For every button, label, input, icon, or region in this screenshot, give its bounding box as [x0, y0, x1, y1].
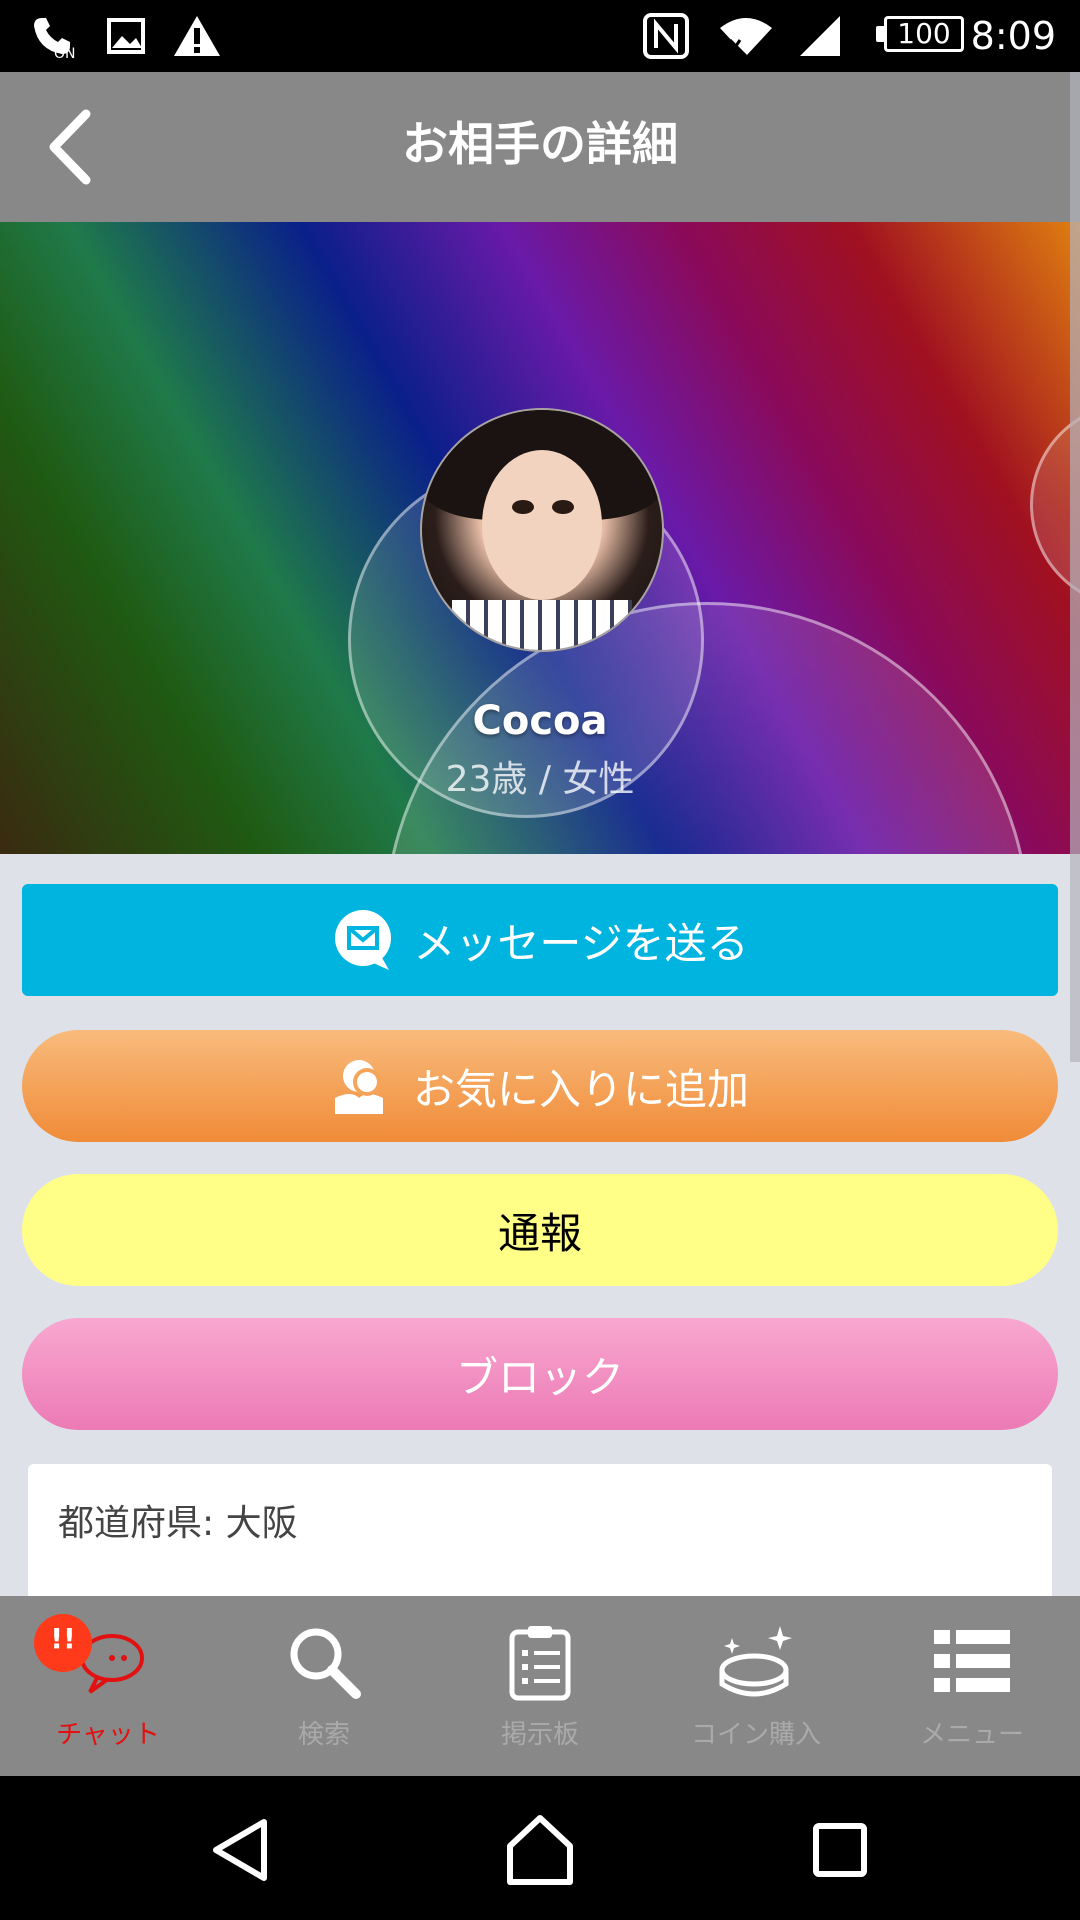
- avatar[interactable]: [420, 408, 664, 652]
- image-icon: [107, 18, 145, 54]
- page-title: お相手の詳細: [402, 117, 678, 171]
- back-triangle-icon: [213, 1819, 267, 1881]
- wifi-icon: [720, 18, 772, 58]
- favorite-user-icon: [334, 1060, 383, 1114]
- scrollbar[interactable]: [1070, 72, 1080, 1062]
- tab-coin-label: コイン購入: [690, 1720, 821, 1750]
- recents-icon: [813, 1823, 867, 1877]
- clock: 8:09: [970, 14, 1056, 58]
- nfc-on-icon: ON: [34, 18, 76, 60]
- message-icon: [335, 910, 392, 970]
- tab-search-label: 検索: [297, 1720, 350, 1750]
- signal-icon: [800, 16, 840, 56]
- warning-icon: [174, 16, 220, 56]
- app-header: お相手の詳細: [0, 72, 1080, 222]
- nav-recents-button[interactable]: [800, 1810, 880, 1890]
- bottom-tab-bar: !! チャット 検索 掲示板 コイン購入 メニュー: [0, 1596, 1080, 1776]
- battery-level: 100: [884, 16, 964, 52]
- menu-icon: [934, 1630, 1010, 1692]
- search-icon: [290, 1628, 361, 1699]
- add-favorite-button[interactable]: お気に入りに追加: [22, 1030, 1058, 1142]
- block-button[interactable]: ブロック: [22, 1318, 1058, 1430]
- report-button[interactable]: 通報: [22, 1174, 1058, 1286]
- tab-board[interactable]: 掲示板: [432, 1596, 648, 1776]
- tab-search[interactable]: 検索: [216, 1596, 432, 1776]
- nfc-icon: [643, 13, 689, 59]
- svg-text:ON: ON: [54, 46, 76, 60]
- profile-info-card: 都道府県: 大阪: [28, 1464, 1052, 1604]
- nav-back-button[interactable]: [200, 1810, 280, 1890]
- tab-board-label: 掲示板: [500, 1720, 579, 1750]
- profile-hero: Cocoa 23歳 / 女性: [0, 222, 1080, 854]
- tab-chat-label: チャット: [56, 1720, 160, 1750]
- system-navigation-bar: [0, 1776, 1080, 1920]
- prefecture-text: 都道府県: 大阪: [58, 1503, 298, 1544]
- profile-age-gender: 23歳 / 女性: [445, 759, 635, 800]
- send-message-label: メッセージを送る: [413, 918, 749, 968]
- send-message-button[interactable]: メッセージを送る: [22, 884, 1058, 996]
- report-label: 通報: [497, 1208, 582, 1258]
- chat-badge: !!: [34, 1614, 92, 1672]
- status-bar: ON 100 8:09: [0, 0, 1080, 72]
- battery-cap: [876, 26, 884, 42]
- home-icon: [507, 1815, 573, 1885]
- block-label: ブロック: [455, 1352, 624, 1402]
- tab-coin-purchase[interactable]: コイン購入: [648, 1596, 864, 1776]
- tab-chat[interactable]: !! チャット: [0, 1596, 216, 1776]
- add-favorite-label: お気に入りに追加: [412, 1064, 749, 1114]
- clipboard-icon: [509, 1626, 571, 1701]
- profile-name: Cocoa: [472, 698, 608, 744]
- coin-icon: [719, 1626, 792, 1697]
- nav-home-button[interactable]: [500, 1810, 580, 1890]
- tab-menu[interactable]: メニュー: [864, 1596, 1080, 1776]
- tab-menu-label: メニュー: [919, 1720, 1024, 1750]
